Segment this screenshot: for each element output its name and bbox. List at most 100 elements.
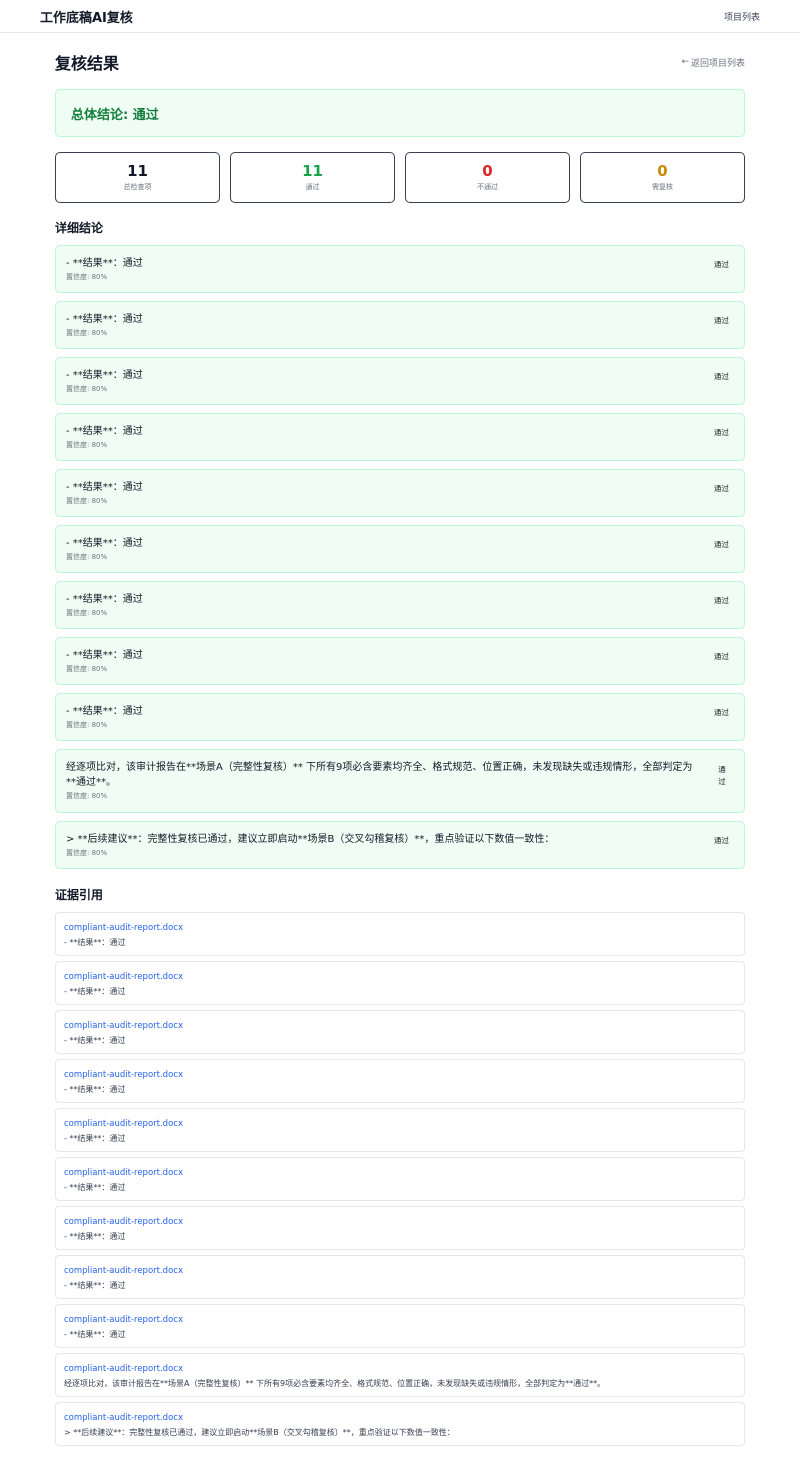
evidence-item: compliant-audit-report.docx - **结果**：通过 — [55, 961, 745, 1005]
main-content: 复核结果 ← 返回项目列表 总体结论: 通过 11 总检查项 11 通过 0 不… — [55, 33, 745, 1446]
evidence-quote: > **后续建议**：完整性复核已通过，建议立即启动**场景B（交叉勾稽复核）*… — [64, 1428, 455, 1437]
overall-conclusion: 总体结论: 通过 — [55, 89, 745, 137]
evidence-file-link[interactable]: compliant-audit-report.docx — [64, 1216, 736, 1228]
result-confidence: 置信度: 80% — [66, 721, 108, 729]
result-text: - **结果**：通过 — [66, 426, 143, 437]
evidence-item: compliant-audit-report.docx - **结果**：通过 — [55, 1304, 745, 1348]
stat-label: 需复核 — [652, 183, 673, 191]
result-card: - **结果**：通过 置信度: 80% 通过 — [55, 301, 745, 349]
result-confidence: 置信度: 80% — [66, 609, 108, 617]
evidence-file-link[interactable]: compliant-audit-report.docx — [64, 971, 736, 983]
evidence-quote: - **结果**：通过 — [64, 1134, 126, 1143]
result-text: - **结果**：通过 — [66, 650, 143, 661]
result-status-badge: 通过 — [714, 316, 729, 325]
stat-needs-review: 0 需复核 — [580, 152, 745, 203]
evidence-quote: - **结果**：通过 — [64, 1085, 126, 1094]
result-text: - **结果**：通过 — [66, 370, 143, 381]
stat-total: 11 总检查项 — [55, 152, 220, 203]
page-header: 复核结果 ← 返回项目列表 — [55, 33, 745, 89]
evidence-item: compliant-audit-report.docx 经逐项比对，该审计报告在… — [55, 1353, 745, 1397]
evidence-file-link[interactable]: compliant-audit-report.docx — [64, 922, 736, 934]
result-card: - **结果**：通过 置信度: 80% 通过 — [55, 525, 745, 573]
evidence-file-link[interactable]: compliant-audit-report.docx — [64, 1069, 736, 1081]
stat-failed: 0 不通过 — [405, 152, 570, 203]
evidence-item: compliant-audit-report.docx - **结果**：通过 — [55, 912, 745, 956]
result-text: 经逐项比对，该审计报告在**场景A（完整性复核）** 下所有9项必含要素均齐全、… — [66, 762, 693, 788]
result-text: - **结果**：通过 — [66, 258, 143, 269]
stat-label: 总检查项 — [123, 183, 152, 191]
result-card: 经逐项比对，该审计报告在**场景A（完整性复核）** 下所有9项必含要素均齐全、… — [55, 749, 745, 813]
details-section-title: 详细结论 — [55, 221, 104, 235]
result-text: - **结果**：通过 — [66, 482, 143, 493]
evidence-item: compliant-audit-report.docx - **结果**：通过 — [55, 1059, 745, 1103]
result-confidence: 置信度: 80% — [66, 385, 108, 393]
evidence-quote: - **结果**：通过 — [64, 1183, 126, 1192]
back-link-label: 返回项目列表 — [690, 58, 745, 69]
evidence-file-link[interactable]: compliant-audit-report.docx — [64, 1363, 736, 1375]
result-status-badge: 通过 — [714, 428, 729, 437]
result-card: - **结果**：通过 置信度: 80% 通过 — [55, 581, 745, 629]
evidence-file-link[interactable]: compliant-audit-report.docx — [64, 1412, 736, 1424]
arrow-left-icon: ← — [681, 57, 689, 67]
evidence-item: compliant-audit-report.docx - **结果**：通过 — [55, 1010, 745, 1054]
result-confidence: 置信度: 80% — [66, 665, 108, 673]
evidence-item: compliant-audit-report.docx - **结果**：通过 — [55, 1255, 745, 1299]
stat-value: 0 — [482, 162, 493, 180]
result-card: - **结果**：通过 置信度: 80% 通过 — [55, 245, 745, 293]
evidence-quote: 经逐项比对，该审计报告在**场景A（完整性复核）** 下所有9项必含要素均齐全、… — [64, 1379, 606, 1388]
evidence-item: compliant-audit-report.docx - **结果**：通过 — [55, 1108, 745, 1152]
result-card: - **结果**：通过 置信度: 80% 通过 — [55, 413, 745, 461]
result-confidence: 置信度: 80% — [66, 553, 108, 561]
evidence-file-link[interactable]: compliant-audit-report.docx — [64, 1118, 736, 1130]
stat-value: 11 — [302, 162, 323, 180]
result-card: > **后续建议**：完整性复核已通过，建议立即启动**场景B（交叉勾稽复核）*… — [55, 821, 745, 869]
result-status-badge: 通过 — [714, 836, 729, 845]
page-title: 复核结果 — [55, 54, 120, 73]
result-confidence: 置信度: 80% — [66, 497, 108, 505]
result-confidence: 置信度: 80% — [66, 849, 108, 857]
evidence-list: compliant-audit-report.docx - **结果**：通过 … — [55, 912, 745, 1446]
evidence-file-link[interactable]: compliant-audit-report.docx — [64, 1167, 736, 1179]
stat-label: 不通过 — [477, 183, 498, 191]
result-status-badge: 通过 — [714, 540, 729, 549]
result-confidence: 置信度: 80% — [66, 792, 108, 800]
stats-row: 11 总检查项 11 通过 0 不通过 0 需复核 — [55, 152, 745, 203]
result-text: - **结果**：通过 — [66, 706, 143, 717]
result-status-badge: 通过 — [714, 708, 729, 717]
evidence-item: compliant-audit-report.docx > **后续建议**：完… — [55, 1402, 745, 1446]
result-card: - **结果**：通过 置信度: 80% 通过 — [55, 637, 745, 685]
result-card: - **结果**：通过 置信度: 80% 通过 — [55, 469, 745, 517]
evidence-section-title: 证据引用 — [55, 888, 104, 902]
stat-value: 11 — [127, 162, 148, 180]
result-confidence: 置信度: 80% — [66, 441, 108, 449]
top-bar: 工作底稿AI复核 项目列表 — [0, 0, 800, 33]
stat-passed: 11 通过 — [230, 152, 395, 203]
back-to-projects-link[interactable]: ← 返回项目列表 — [681, 56, 745, 69]
result-confidence: 置信度: 80% — [66, 329, 108, 337]
result-card: - **结果**：通过 置信度: 80% 通过 — [55, 693, 745, 741]
result-text: - **结果**：通过 — [66, 594, 143, 605]
nav-projects-link[interactable]: 项目列表 — [724, 10, 760, 23]
result-card: - **结果**：通过 置信度: 80% 通过 — [55, 357, 745, 405]
result-text: - **结果**：通过 — [66, 538, 143, 549]
result-status-badge: 通过 — [714, 652, 729, 661]
evidence-file-link[interactable]: compliant-audit-report.docx — [64, 1314, 736, 1326]
evidence-item: compliant-audit-report.docx - **结果**：通过 — [55, 1157, 745, 1201]
evidence-file-link[interactable]: compliant-audit-report.docx — [64, 1265, 736, 1277]
result-text: - **结果**：通过 — [66, 314, 143, 325]
stat-value: 0 — [657, 162, 668, 180]
result-status-badge: 通过 — [714, 260, 729, 269]
result-confidence: 置信度: 80% — [66, 273, 108, 281]
evidence-quote: - **结果**：通过 — [64, 987, 126, 996]
evidence-quote: - **结果**：通过 — [64, 938, 126, 947]
overall-conclusion-text: 总体结论: 通过 — [71, 107, 159, 123]
details-list: - **结果**：通过 置信度: 80% 通过 - **结果**：通过 置信度:… — [55, 245, 745, 869]
evidence-file-link[interactable]: compliant-audit-report.docx — [64, 1020, 736, 1032]
result-status-badge: 通过 — [714, 596, 729, 605]
evidence-quote: - **结果**：通过 — [64, 1330, 126, 1339]
result-status-badge: 通过 — [714, 484, 729, 493]
result-status-badge: 通过 — [718, 765, 726, 786]
evidence-quote: - **结果**：通过 — [64, 1232, 126, 1241]
result-text: > **后续建议**：完整性复核已通过，建议立即启动**场景B（交叉勾稽复核）*… — [66, 834, 555, 845]
app-title: 工作底稿AI复核 — [40, 10, 133, 26]
